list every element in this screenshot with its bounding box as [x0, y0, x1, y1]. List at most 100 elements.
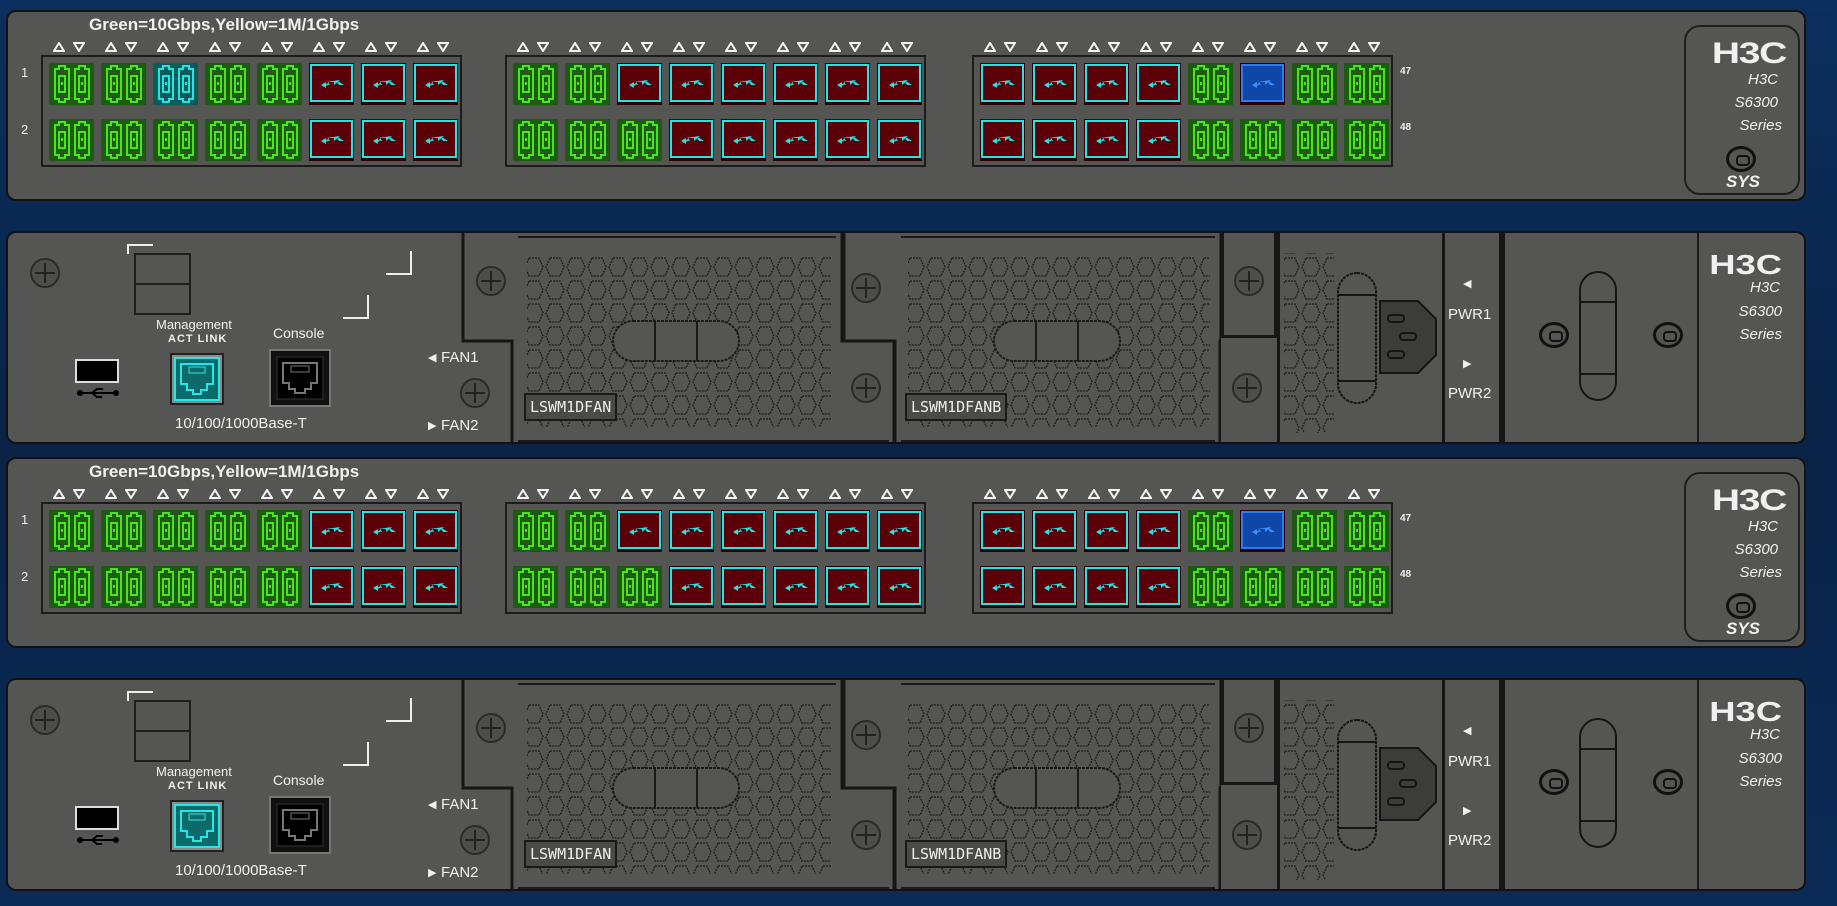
- port-green[interactable]: [513, 510, 558, 552]
- port-red[interactable]: [1136, 566, 1181, 608]
- port-green[interactable]: [1344, 510, 1389, 552]
- port-red[interactable]: [1032, 63, 1077, 105]
- usb-port[interactable]: [75, 359, 119, 383]
- port-green[interactable]: [1188, 566, 1233, 608]
- port-green[interactable]: [49, 63, 94, 105]
- port-green[interactable]: [1344, 566, 1389, 608]
- port-red[interactable]: [361, 566, 406, 608]
- port-green[interactable]: [257, 566, 302, 608]
- port-green[interactable]: [205, 63, 250, 105]
- port-green[interactable]: [1188, 510, 1233, 552]
- port-red[interactable]: [669, 119, 714, 161]
- port-red[interactable]: [617, 510, 662, 552]
- port-red[interactable]: [721, 119, 766, 161]
- port-green[interactable]: [565, 63, 610, 105]
- port-green[interactable]: [153, 510, 198, 552]
- port-green[interactable]: [1188, 119, 1233, 161]
- port-blue[interactable]: [1240, 63, 1285, 105]
- port-red[interactable]: [1032, 566, 1077, 608]
- port-red[interactable]: [980, 63, 1025, 105]
- fan-module[interactable]: LSWM1DFANB: [842, 233, 1223, 442]
- port-green[interactable]: [257, 510, 302, 552]
- port-red[interactable]: [1084, 566, 1129, 608]
- usb-port[interactable]: [75, 806, 119, 830]
- port-green[interactable]: [565, 119, 610, 161]
- port-green[interactable]: [49, 566, 94, 608]
- fan-module[interactable]: LSWM1DFAN: [461, 680, 896, 889]
- port-red[interactable]: [773, 566, 818, 608]
- port-red[interactable]: [361, 63, 406, 105]
- port-green[interactable]: [565, 566, 610, 608]
- port-red[interactable]: [413, 510, 458, 552]
- port-red[interactable]: [413, 63, 458, 105]
- port-red[interactable]: [980, 566, 1025, 608]
- port-green[interactable]: [1240, 119, 1285, 161]
- port-green[interactable]: [1292, 119, 1337, 161]
- port-red[interactable]: [617, 63, 662, 105]
- port-red[interactable]: [721, 510, 766, 552]
- port-red[interactable]: [669, 63, 714, 105]
- port-green[interactable]: [205, 566, 250, 608]
- port-red[interactable]: [309, 510, 354, 552]
- port-red[interactable]: [309, 566, 354, 608]
- port-red[interactable]: [877, 510, 922, 552]
- port-red[interactable]: [825, 566, 870, 608]
- management-ethernet-port[interactable]: [170, 800, 224, 852]
- port-red[interactable]: [1032, 119, 1077, 161]
- port-red[interactable]: [773, 510, 818, 552]
- port-red[interactable]: [669, 510, 714, 552]
- port-green[interactable]: [101, 119, 146, 161]
- port-red[interactable]: [1084, 119, 1129, 161]
- port-red[interactable]: [1136, 63, 1181, 105]
- port-green[interactable]: [1344, 63, 1389, 105]
- port-green[interactable]: [257, 119, 302, 161]
- port-red[interactable]: [309, 119, 354, 161]
- port-red[interactable]: [773, 119, 818, 161]
- port-green[interactable]: [617, 119, 662, 161]
- power-supply[interactable]: [1277, 233, 1442, 442]
- port-red[interactable]: [1084, 63, 1129, 105]
- port-red[interactable]: [773, 63, 818, 105]
- port-green[interactable]: [49, 510, 94, 552]
- port-red[interactable]: [1136, 119, 1181, 161]
- port-red[interactable]: [825, 63, 870, 105]
- port-green[interactable]: [513, 119, 558, 161]
- management-ethernet-port[interactable]: [170, 353, 224, 405]
- port-red[interactable]: [309, 63, 354, 105]
- port-red[interactable]: [877, 63, 922, 105]
- port-green[interactable]: [101, 510, 146, 552]
- port-green[interactable]: [1188, 63, 1233, 105]
- port-red[interactable]: [1084, 510, 1129, 552]
- port-green[interactable]: [101, 63, 146, 105]
- port-green[interactable]: [617, 566, 662, 608]
- port-green[interactable]: [565, 510, 610, 552]
- port-red[interactable]: [361, 510, 406, 552]
- port-green[interactable]: [1292, 63, 1337, 105]
- port-red[interactable]: [877, 566, 922, 608]
- fan-module[interactable]: LSWM1DFAN: [461, 233, 896, 442]
- port-red[interactable]: [1032, 510, 1077, 552]
- console-port[interactable]: [269, 349, 331, 407]
- port-green[interactable]: [153, 119, 198, 161]
- port-green[interactable]: [513, 63, 558, 105]
- port-green[interactable]: [257, 63, 302, 105]
- port-green[interactable]: [205, 119, 250, 161]
- console-port[interactable]: [269, 796, 331, 854]
- port-red[interactable]: [877, 119, 922, 161]
- port-green[interactable]: [1292, 566, 1337, 608]
- port-red[interactable]: [1136, 510, 1181, 552]
- port-red[interactable]: [980, 119, 1025, 161]
- port-green[interactable]: [1344, 119, 1389, 161]
- power-supply[interactable]: [1277, 680, 1442, 889]
- port-green[interactable]: [153, 566, 198, 608]
- port-red[interactable]: [825, 510, 870, 552]
- port-blue[interactable]: [1240, 510, 1285, 552]
- port-red[interactable]: [413, 566, 458, 608]
- port-red[interactable]: [413, 119, 458, 161]
- port-red[interactable]: [721, 566, 766, 608]
- port-teal[interactable]: [153, 63, 198, 105]
- port-red[interactable]: [721, 63, 766, 105]
- port-red[interactable]: [980, 510, 1025, 552]
- port-green[interactable]: [101, 566, 146, 608]
- handle[interactable]: [1579, 718, 1617, 848]
